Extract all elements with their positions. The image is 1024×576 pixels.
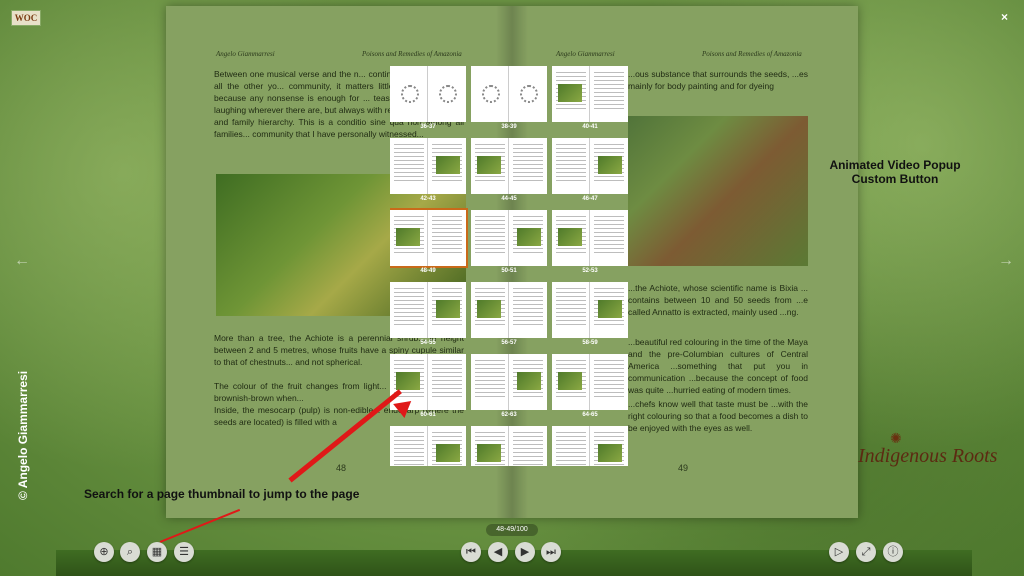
thumbnails-button[interactable]: ▦	[147, 542, 167, 562]
thumbnail-item[interactable]: 44-45	[471, 138, 547, 204]
thumbnail-label: 38-39	[501, 124, 517, 130]
thumbnail-item[interactable]: 70-71	[552, 426, 628, 466]
info-button[interactable]: ⓘ	[883, 542, 903, 562]
right-header-title: Poisons and Remedies of Amazonia	[702, 50, 802, 58]
loading-spinner-icon	[401, 85, 419, 103]
thumbnail-item[interactable]: 58-59	[552, 282, 628, 348]
thumbnail-label: 46-47	[582, 196, 598, 202]
next-page-button[interactable]: ▶	[515, 542, 535, 562]
next-page-arrow-icon[interactable]: →	[998, 252, 1014, 270]
thumbnail-label: 50-51	[501, 268, 517, 274]
thumbnail-item[interactable]: 68-69	[471, 426, 547, 466]
thumbnail-image	[390, 282, 466, 338]
indigenous-roots-logo: Indigenous Roots	[858, 445, 998, 467]
thumbnail-item[interactable]: 66-67	[390, 426, 466, 466]
right-paragraph-1: ...ous substance that surrounds the seed…	[628, 69, 808, 91]
right-page-number: 49	[678, 463, 689, 473]
thumbnail-label: 52-53	[582, 268, 598, 274]
left-header-title: Poisons and Remedies of Amazonia	[362, 50, 462, 58]
autoplay-button[interactable]: ▷	[829, 542, 849, 562]
copyright-text: © Angelo Giammarresi	[16, 370, 30, 500]
thumbnail-item[interactable]: 40-41	[552, 66, 628, 132]
thumbnail-label: 64-65	[582, 412, 598, 418]
previous-page-button[interactable]: ◀	[488, 542, 508, 562]
thumbnail-image	[390, 66, 466, 122]
thumbnail-image	[390, 138, 466, 194]
thumbnail-item[interactable]: 38-39	[471, 66, 547, 132]
thumbnail-image	[471, 210, 547, 266]
thumbnail-image	[552, 210, 628, 266]
thumbnail-label: 48-49	[420, 268, 436, 274]
thumbnail-label: 56-57	[501, 340, 517, 346]
thumbnail-item[interactable]: 46-47	[552, 138, 628, 204]
prev-page-arrow-icon[interactable]: ←	[14, 252, 30, 270]
page-counter: 48-49/100	[486, 524, 538, 536]
loading-spinner-icon	[482, 85, 500, 103]
thumbnail-item[interactable]: 42-43	[390, 138, 466, 204]
first-page-button[interactable]: ⏮	[461, 542, 481, 562]
right-photo	[628, 116, 808, 266]
last-page-button[interactable]: ⏭	[541, 542, 561, 562]
right-paragraph-2: ...the Achiote, whose scientific name is…	[628, 283, 808, 317]
thumbnail-item[interactable]: 36-37	[390, 66, 466, 132]
zoom-in-button[interactable]: ⊕	[94, 542, 114, 562]
thumbnail-image	[471, 138, 547, 194]
thumbnail-label: 40-41	[582, 124, 598, 130]
thumbnail-label: 54-55	[420, 340, 436, 346]
thumbnail-item[interactable]: 56-57	[471, 282, 547, 348]
thumbnail-item[interactable]: 64-65	[552, 354, 628, 420]
thumbnail-annotation: Search for a page thumbnail to jump to t…	[84, 487, 360, 501]
thumbnail-image	[390, 208, 468, 268]
popup-annotation: Animated Video Popup Custom Button	[829, 158, 961, 186]
thumbnail-label: 36-37	[420, 124, 436, 130]
thumbnail-item[interactable]: 52-53	[552, 210, 628, 276]
left-header-author: Angelo Giammarresi	[216, 50, 275, 58]
right-header-author: Angelo Giammarresi	[556, 50, 615, 58]
thumbnail-item[interactable]: 62-63	[471, 354, 547, 420]
close-icon[interactable]: ×	[1001, 10, 1008, 24]
thumbnail-image	[471, 426, 547, 466]
thumbnail-image	[552, 282, 628, 338]
search-button[interactable]: ⌕	[120, 542, 140, 562]
thumbnail-image	[552, 354, 628, 410]
thumbnail-image	[390, 426, 466, 466]
thumbnail-image	[471, 354, 547, 410]
fullscreen-button[interactable]: ⤢	[856, 542, 876, 562]
thumbnail-image	[552, 66, 628, 122]
table-of-contents-button[interactable]: ☰	[174, 542, 194, 562]
thumbnail-item[interactable]: 48-49	[390, 208, 468, 276]
thumbnail-image	[471, 66, 547, 122]
brand-logo: WOC	[11, 10, 41, 26]
loading-spinner-icon	[520, 85, 538, 103]
thumbnail-item[interactable]: 50-51	[471, 210, 547, 276]
right-paragraph-4: ...chefs know well that taste must be ..…	[628, 399, 808, 433]
thumbnail-label: 58-59	[582, 340, 598, 346]
right-paragraph-3: ...beautiful red colouring in the time o…	[628, 337, 808, 395]
thumbnail-label: 42-43	[420, 196, 436, 202]
thumbnail-image	[552, 426, 628, 466]
thumbnail-image	[552, 138, 628, 194]
left-page-number: 48	[336, 463, 347, 473]
thumbnail-grid[interactable]: 36-37 38-39 40-41 42-43 44-45 46-47 48-49 50-51…	[390, 66, 628, 466]
thumbnail-image	[471, 282, 547, 338]
thumbnail-item[interactable]: 54-55	[390, 282, 466, 348]
thumbnail-label: 62-63	[501, 412, 517, 418]
thumbnail-label: 44-45	[501, 196, 517, 202]
loading-spinner-icon	[439, 85, 457, 103]
